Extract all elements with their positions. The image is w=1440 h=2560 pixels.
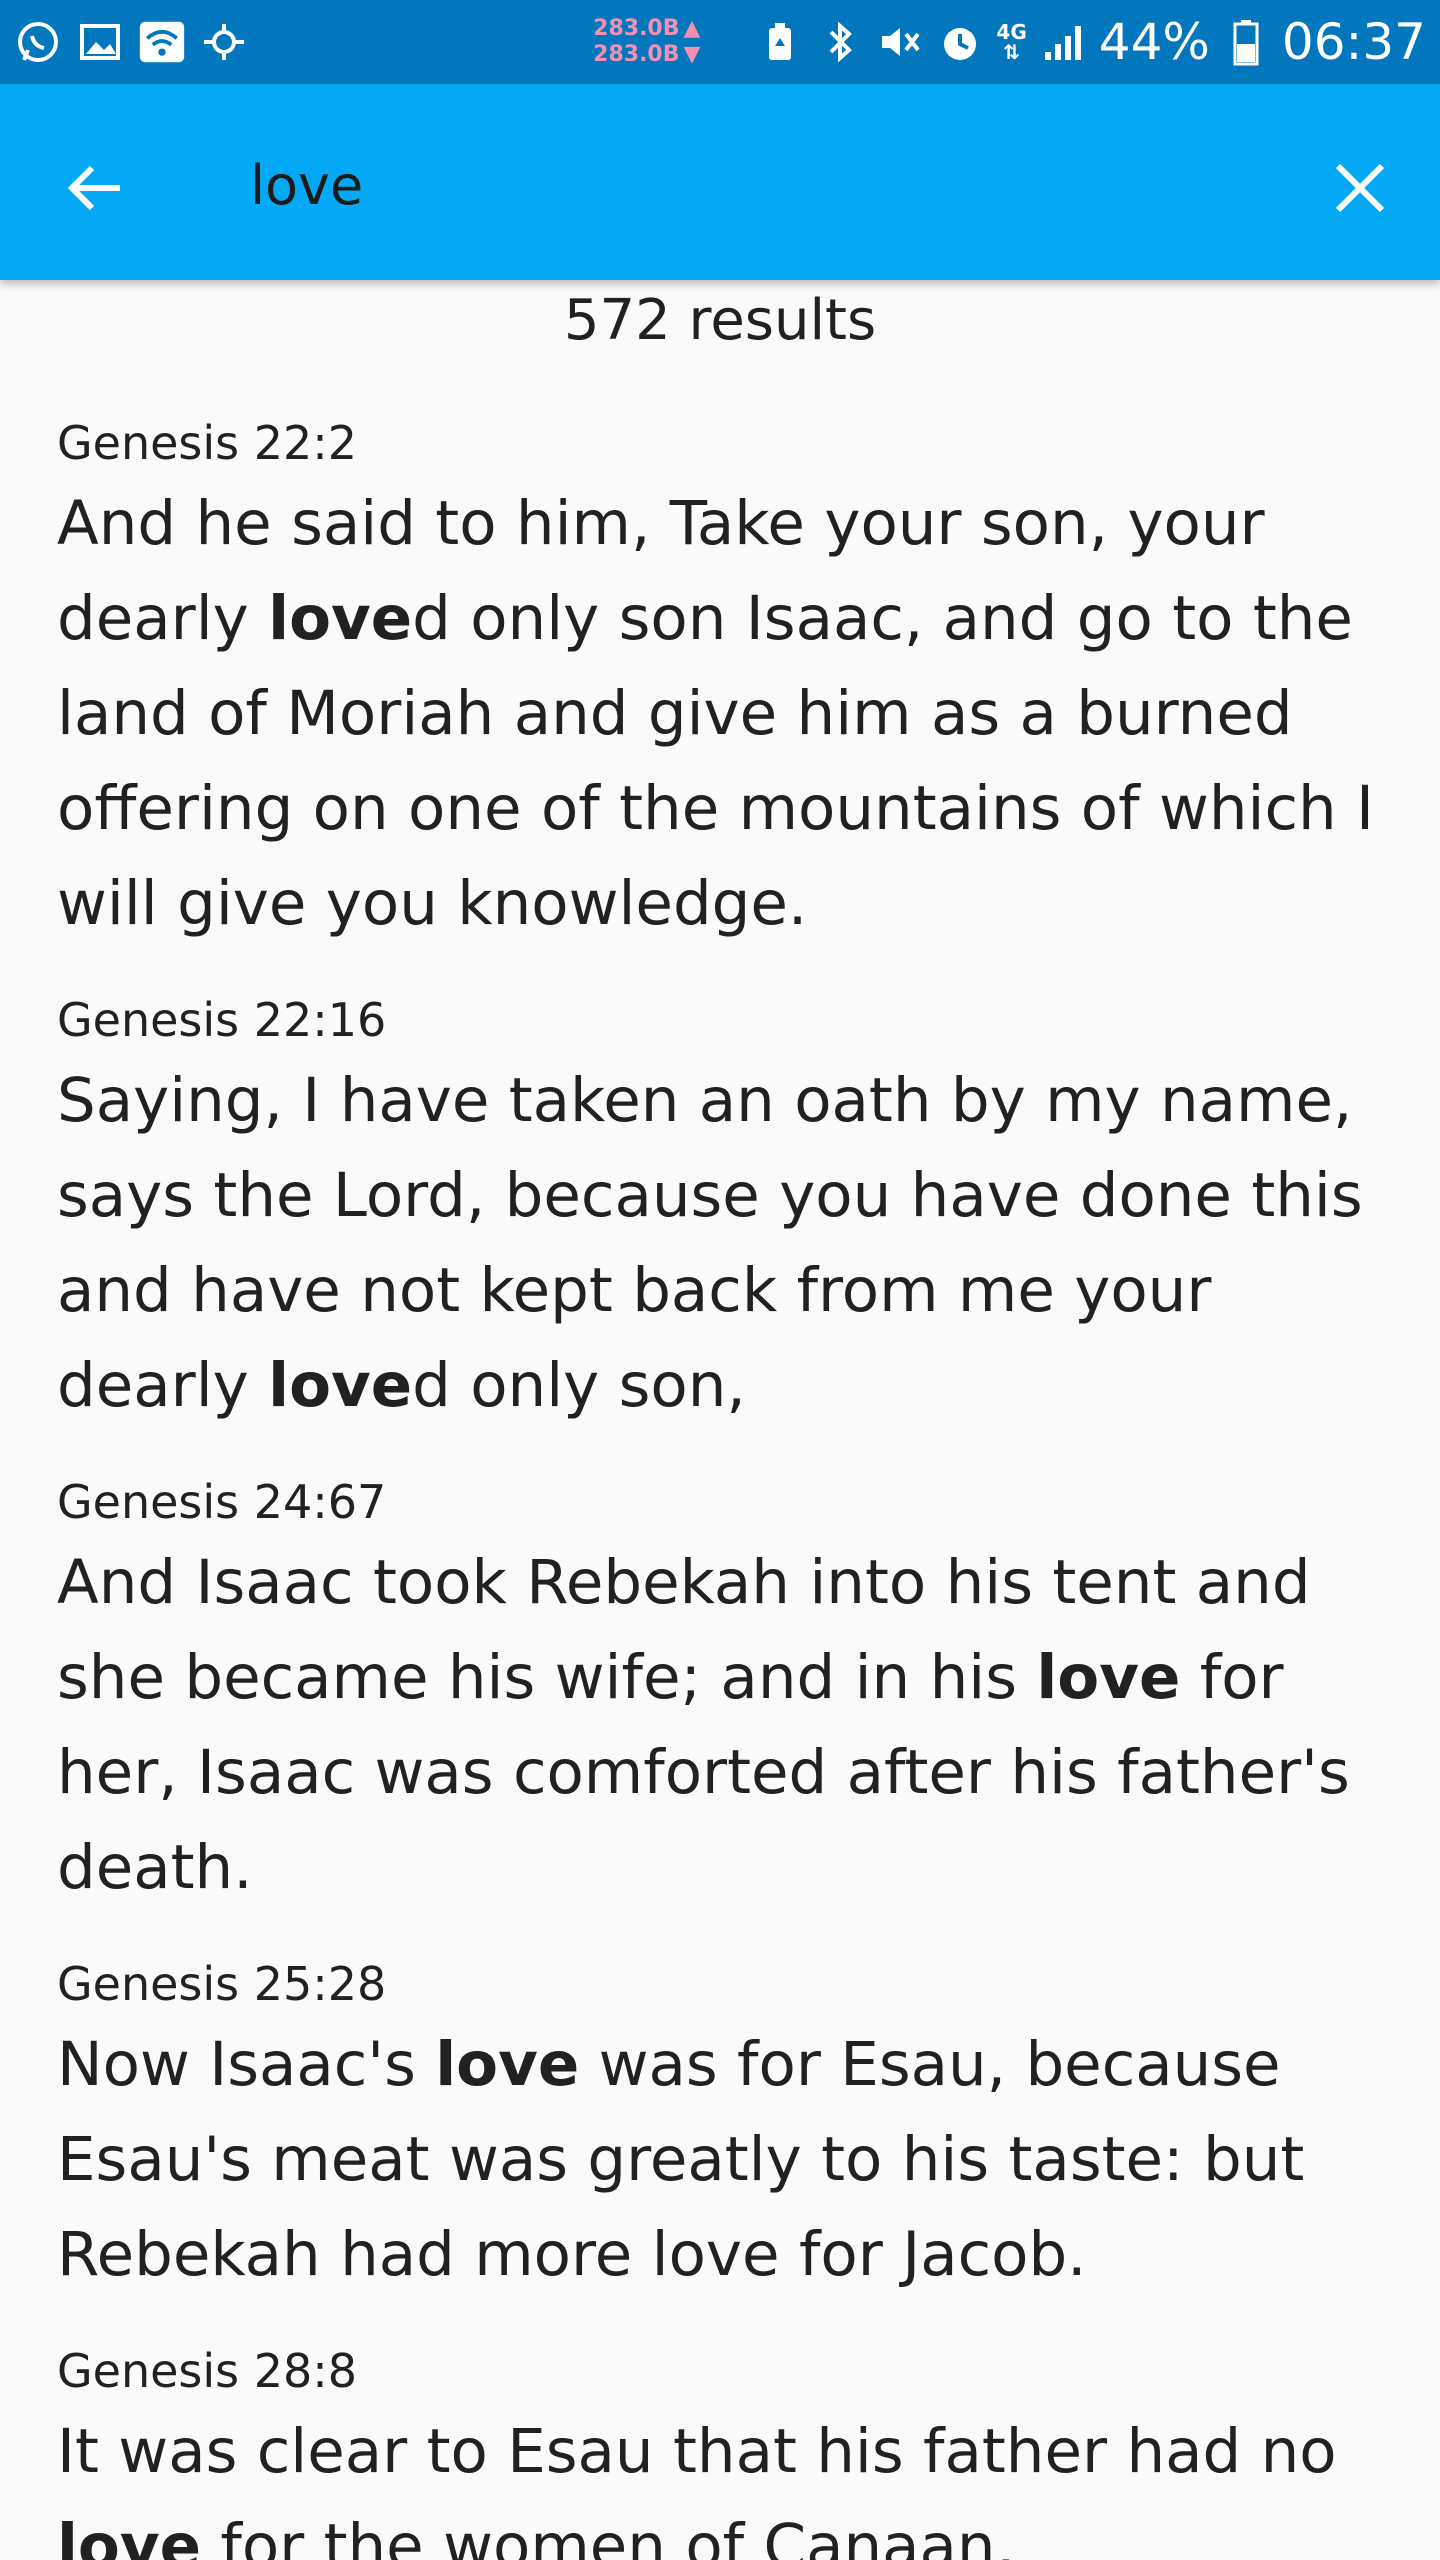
verse-text: And he said to him, Take your son, your … <box>57 476 1383 951</box>
results-container: Genesis 22:2 And he said to him, Take you… <box>0 418 1440 2560</box>
verse-text: And Isaac took Rebekah into his tent and… <box>57 1535 1383 1915</box>
verse-reference: Genesis 28:8 <box>57 2344 358 2398</box>
arrow-down-icon: ▼ <box>683 42 701 67</box>
net-down-value: 283.0B <box>593 42 680 67</box>
search-app-bar <box>0 84 1440 280</box>
result-item[interactable]: Genesis 24:67 And Isaac took Rebekah into… <box>0 1477 1440 1915</box>
status-left-icons <box>14 18 248 66</box>
close-icon <box>1335 163 1385 213</box>
back-button[interactable] <box>56 148 136 228</box>
results-list[interactable]: 572 results Genesis 22:2 And he said to h… <box>0 280 1440 2560</box>
mute-icon <box>876 18 924 66</box>
search-highlight: love <box>268 583 413 654</box>
results-count: 572 results <box>0 280 1440 362</box>
result-item[interactable]: Genesis 22:16 Saying, I have taken an oat… <box>0 995 1440 1433</box>
location-icon <box>200 18 248 66</box>
result-item[interactable]: Genesis 25:28 Now Isaac's love was for Es… <box>0 1959 1440 2302</box>
battery-icon <box>1222 18 1270 66</box>
network-type: 4G ⇅ <box>996 20 1027 64</box>
wifi-icon <box>138 18 186 66</box>
clear-search-button[interactable] <box>1320 148 1400 228</box>
verse-text-after: d only son, <box>412 1350 746 1421</box>
bluetooth-icon <box>816 18 864 66</box>
alarm-icon <box>936 18 984 66</box>
verse-text-before: It was clear to Esau that his father had… <box>57 2416 1337 2487</box>
battery-saver-icon <box>756 18 804 66</box>
gallery-icon <box>76 18 124 66</box>
search-input[interactable] <box>250 140 1250 230</box>
arrow-left-icon <box>67 165 120 211</box>
clock: 06:37 <box>1281 13 1426 71</box>
verse-text: It was clear to Esau that his father had… <box>57 2404 1383 2560</box>
verse-reference: Genesis 22:16 <box>57 993 387 1047</box>
signal-icon <box>1039 18 1087 66</box>
verse-reference: Genesis 24:67 <box>57 1475 387 1529</box>
result-item[interactable]: Genesis 28:8 It was clear to Esau that hi… <box>0 2346 1440 2560</box>
status-bar: 283.0B ▲ 283.0B ▼ 4G ⇅ 44% 06:37 <box>0 0 1440 84</box>
verse-reference: Genesis 25:28 <box>57 1957 387 2011</box>
arrow-up-icon: ▲ <box>683 16 701 41</box>
verse-text: Now Isaac's love was for Esau, because E… <box>57 2017 1383 2302</box>
search-highlight: love <box>1036 1642 1181 1713</box>
battery-percent: 44% <box>1098 13 1210 71</box>
search-highlight: love <box>435 2029 580 2100</box>
net-up-value: 283.0B <box>593 16 680 41</box>
verse-text-after: for the women of Canaan, <box>200 2511 1015 2560</box>
search-highlight: love <box>57 2511 201 2560</box>
verse-text-before: Now Isaac's <box>57 2029 436 2100</box>
result-item[interactable]: Genesis 22:2 And he said to him, Take you… <box>0 418 1440 951</box>
search-highlight: love <box>268 1350 413 1421</box>
status-right-icons: 4G ⇅ 44% 06:37 <box>756 13 1426 71</box>
whatsapp-icon <box>14 18 62 66</box>
verse-reference: Genesis 22:2 <box>57 416 358 470</box>
network-speed: 283.0B ▲ 283.0B ▼ <box>593 16 700 68</box>
verse-text: Saying, I have taken an oath by my name,… <box>57 1053 1383 1433</box>
